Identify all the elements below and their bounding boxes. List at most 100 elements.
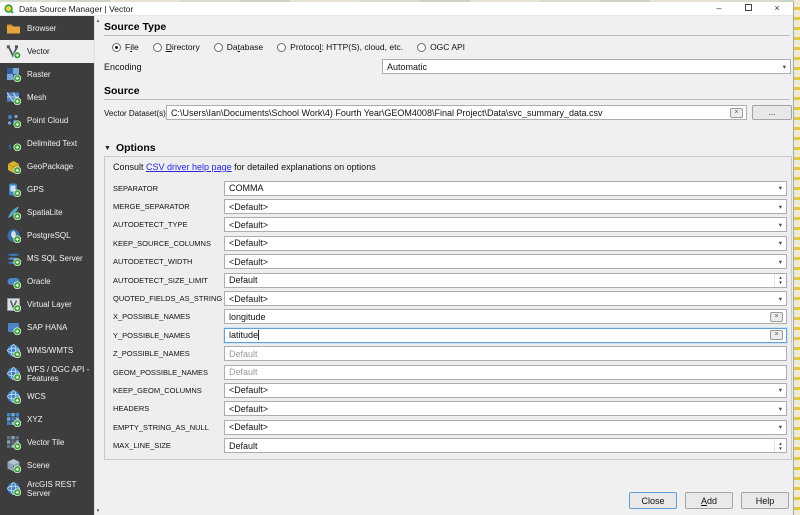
headers-label: HEADERS	[113, 404, 224, 413]
empty-string-as-null-select[interactable]: <Default>▾	[224, 420, 787, 435]
z-possible-names-input[interactable]: Default	[224, 346, 787, 361]
spin-down-icon[interactable]: ▼	[778, 446, 782, 451]
clear-input-icon[interactable]: ×	[770, 312, 783, 322]
source-header: Source	[104, 85, 140, 97]
sidebar-item-label: GPS	[27, 185, 46, 194]
y-possible-names-input[interactable]: latitude×	[224, 328, 787, 343]
field-value: <Default>	[229, 404, 268, 414]
options-header: Options	[116, 142, 156, 154]
option-row-z-possible-names: Z_POSSIBLE_NAMESDefault	[113, 345, 787, 363]
quoted-fields-as-string-select[interactable]: <Default>▾	[224, 291, 787, 306]
sidebar-item-gps[interactable]: GPS	[0, 178, 94, 201]
keep-geom-columns-select[interactable]: <Default>▾	[224, 383, 787, 398]
separator-select[interactable]: COMMA▾	[224, 181, 787, 196]
consult-line: Consult CSV driver help page for detaile…	[113, 162, 787, 179]
minimize-button[interactable]: –	[714, 2, 724, 15]
sidebar-item-vector[interactable]: Vector	[0, 40, 94, 63]
sidebar-item-geopackage[interactable]: GeoPackage	[0, 155, 94, 178]
maximize-button[interactable]	[743, 2, 753, 15]
field-value: C:\Users\Ian\Documents\School Work\4) Fo…	[171, 108, 603, 118]
sidebar-item-delimited-text[interactable]: ,Delimited Text	[0, 132, 94, 155]
chevron-down-icon: ▾	[775, 295, 786, 303]
merge-separator-select[interactable]: <Default>▾	[224, 199, 787, 214]
sidebar-item-sap-hana[interactable]: SAP HANA	[0, 316, 94, 339]
source-type-header: Source Type	[104, 21, 166, 33]
sidebar-item-vector-tile[interactable]: Vector Tile	[0, 431, 94, 454]
autodetect-size-limit-spinner[interactable]: Default▲▼	[224, 273, 787, 288]
keep-source-columns-select[interactable]: <Default>▾	[224, 236, 787, 251]
sidebar-item-browser[interactable]: Browser	[0, 17, 94, 40]
globe-icon	[6, 389, 21, 404]
field-value: longitude	[229, 312, 266, 322]
add-button[interactable]: Add	[685, 492, 733, 509]
autodetect-type-select[interactable]: <Default>▾	[224, 217, 787, 232]
radio-directory[interactable]: Directory	[153, 42, 200, 52]
radio-label: Directory	[166, 42, 200, 52]
geom-possible-names-input[interactable]: Default	[224, 365, 787, 380]
sidebar-item-spatialite[interactable]: SpatiaLite	[0, 201, 94, 224]
mssql-icon	[6, 251, 21, 266]
close-button[interactable]: Close	[629, 492, 677, 509]
max-line-size-spinner[interactable]: Default▲▼	[224, 438, 787, 453]
clear-input-icon[interactable]: ×	[730, 108, 743, 118]
sidebar-item-point-cloud[interactable]: Point Cloud	[0, 109, 94, 132]
separator-label: SEPARATOR	[113, 184, 224, 193]
content-scrollbar[interactable]: ▲ ▼	[94, 16, 101, 515]
headers-select[interactable]: <Default>▾	[224, 401, 787, 416]
sidebar-item-virtual-layer[interactable]: Virtual Layer	[0, 293, 94, 316]
sidebar-item-label: Vector	[27, 47, 52, 56]
point-cloud-icon	[6, 113, 21, 128]
options-rows: SEPARATORCOMMA▾MERGE_SEPARATOR<Default>▾…	[113, 179, 787, 455]
tile-grid-icon	[6, 435, 21, 450]
spin-arrows[interactable]: ▲▼	[774, 274, 786, 287]
autodetect-width-label: AUTODETECT_WIDTH	[113, 257, 224, 266]
chevron-down-icon: ▾	[779, 63, 790, 71]
field-value: <Default>	[229, 422, 268, 432]
sidebar-item-mesh[interactable]: Mesh	[0, 86, 94, 109]
sidebar-item-label: ArcGIS REST Server	[27, 480, 94, 498]
sidebar-item-label: SAP HANA	[27, 323, 69, 332]
window-title: Data Source Manager | Vector	[19, 4, 133, 14]
sidebar-item-wms-wmts[interactable]: WMS/WMTS	[0, 339, 94, 362]
spatialite-icon	[6, 205, 21, 220]
encoding-label: Encoding	[104, 62, 142, 72]
clear-input-icon[interactable]: ×	[770, 330, 783, 340]
option-row-autodetect-size-limit: AUTODETECT_SIZE_LIMITDefault▲▼	[113, 271, 787, 289]
radio-protocol-http-s-cloud-etc[interactable]: Protocol: HTTP(S), cloud, etc.	[277, 42, 403, 52]
help-button[interactable]: Help	[741, 492, 789, 509]
sidebar-item-label: Delimited Text	[27, 139, 79, 148]
sidebar-item-ms-sql-server[interactable]: MS SQL Server	[0, 247, 94, 270]
csv-driver-help-link[interactable]: CSV driver help page	[146, 162, 232, 172]
spin-arrows[interactable]: ▲▼	[774, 439, 786, 452]
vector-dataset-input[interactable]: C:\Users\Ian\Documents\School Work\4) Fo…	[166, 105, 747, 120]
chevron-down-icon: ▾	[775, 184, 786, 192]
option-row-separator: SEPARATORCOMMA▾	[113, 179, 787, 197]
data-source-manager-dialog: Data Source Manager | Vector – × Browser…	[0, 2, 794, 515]
quoted-fields-as-string-label: QUOTED_FIELDS_AS_STRING	[113, 294, 224, 303]
sidebar-item-raster[interactable]: Raster	[0, 63, 94, 86]
radio-file[interactable]: File	[112, 42, 139, 52]
radio-database[interactable]: Database	[214, 42, 263, 52]
sidebar-item-oracle[interactable]: Oracle	[0, 270, 94, 293]
sidebar-item-wcs[interactable]: WCS	[0, 385, 94, 408]
encoding-select[interactable]: Automatic ▾	[382, 59, 791, 74]
browse-button[interactable]: ...	[752, 105, 792, 120]
sidebar-item-scene[interactable]: Scene	[0, 454, 94, 477]
option-row-autodetect-type: AUTODETECT_TYPE<Default>▾	[113, 216, 787, 234]
sidebar-item-label: Browser	[27, 24, 58, 33]
sidebar-item-label: SpatiaLite	[27, 208, 65, 217]
radio-ogc-api[interactable]: OGC API	[417, 42, 465, 52]
cube-icon	[6, 458, 21, 473]
spin-down-icon[interactable]: ▼	[778, 280, 782, 285]
close-window-button[interactable]: ×	[772, 2, 782, 15]
autodetect-width-select[interactable]: <Default>▾	[224, 254, 787, 269]
sidebar-item-xyz[interactable]: XYZ	[0, 408, 94, 431]
options-collapse-header[interactable]: ▼ Options	[104, 142, 156, 154]
sidebar-item-wfs-ogc-api-features[interactable]: WFS / OGC API - Features	[0, 362, 94, 385]
chevron-down-icon: ▾	[775, 239, 786, 247]
sidebar-item-postgresql[interactable]: PostgreSQL	[0, 224, 94, 247]
x-possible-names-input[interactable]: longitude ×	[224, 309, 787, 324]
radio-label: Database	[227, 42, 263, 52]
sidebar-item-arcgis-rest-server[interactable]: ArcGIS REST Server	[0, 477, 94, 500]
z-possible-names-label: Z_POSSIBLE_NAMES	[113, 349, 224, 358]
